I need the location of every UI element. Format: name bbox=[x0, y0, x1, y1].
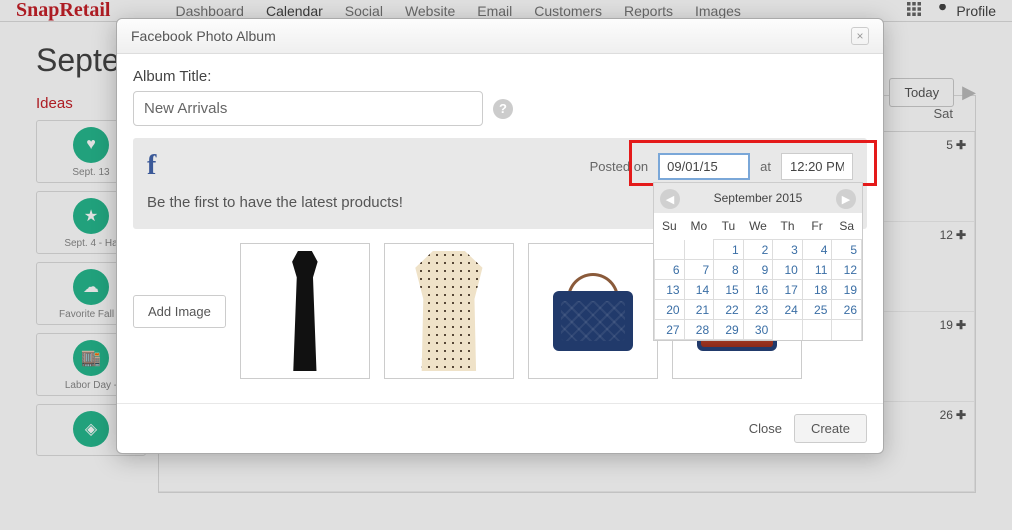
create-button[interactable]: Create bbox=[794, 414, 867, 443]
dp-day[interactable]: 6 bbox=[655, 260, 685, 280]
dp-day[interactable]: 29 bbox=[714, 320, 744, 340]
dp-day[interactable]: 23 bbox=[743, 300, 773, 320]
dp-dow: We bbox=[743, 213, 773, 240]
dp-dow: Sa bbox=[832, 213, 862, 240]
dp-dow: Mo bbox=[684, 213, 714, 240]
product-bag-quilted bbox=[543, 271, 643, 351]
dp-day[interactable]: 18 bbox=[802, 280, 832, 300]
dp-day[interactable]: 3 bbox=[773, 240, 803, 260]
album-thumb[interactable] bbox=[240, 243, 370, 379]
dp-day[interactable]: 8 bbox=[714, 260, 744, 280]
album-title-label: Album Title: bbox=[133, 68, 867, 85]
dp-day[interactable]: 28 bbox=[684, 320, 714, 340]
album-thumb[interactable] bbox=[384, 243, 514, 379]
dp-day[interactable]: 7 bbox=[684, 260, 714, 280]
dp-next-icon[interactable]: ▶ bbox=[836, 189, 856, 209]
dp-day[interactable]: 12 bbox=[832, 260, 862, 280]
post-block: f Posted on at Be the first to have the … bbox=[133, 138, 867, 229]
dp-day[interactable]: 4 bbox=[802, 240, 832, 260]
dp-dow: Fr bbox=[802, 213, 832, 240]
dp-day[interactable]: 21 bbox=[684, 300, 714, 320]
dp-day[interactable]: 9 bbox=[743, 260, 773, 280]
dp-dow: Th bbox=[773, 213, 803, 240]
post-date-input[interactable] bbox=[658, 153, 750, 180]
dp-day[interactable]: 11 bbox=[802, 260, 832, 280]
product-blouse bbox=[409, 251, 489, 371]
dp-month-label: September 2015 bbox=[714, 191, 803, 205]
album-title-input[interactable] bbox=[133, 91, 483, 126]
dp-day[interactable]: 15 bbox=[714, 280, 744, 300]
dp-day[interactable]: 25 bbox=[802, 300, 832, 320]
close-button[interactable]: Close bbox=[749, 414, 782, 443]
close-icon[interactable]: × bbox=[851, 27, 869, 45]
dp-day[interactable]: 20 bbox=[655, 300, 685, 320]
dp-day[interactable]: 24 bbox=[773, 300, 803, 320]
dp-day[interactable]: 16 bbox=[743, 280, 773, 300]
help-icon[interactable]: ? bbox=[493, 99, 513, 119]
date-picker: ◀ September 2015 ▶ SuMoTuWeThFrSa 123456… bbox=[653, 182, 863, 341]
dp-day[interactable]: 22 bbox=[714, 300, 744, 320]
product-black-dress bbox=[276, 251, 334, 371]
dp-dow: Tu bbox=[714, 213, 744, 240]
modal-title: Facebook Photo Album bbox=[131, 28, 276, 44]
add-image-button[interactable]: Add Image bbox=[133, 295, 226, 328]
dp-day[interactable]: 2 bbox=[743, 240, 773, 260]
dp-day[interactable]: 1 bbox=[714, 240, 744, 260]
dp-day[interactable]: 19 bbox=[832, 280, 862, 300]
dp-day[interactable]: 5 bbox=[832, 240, 862, 260]
post-time-input[interactable] bbox=[781, 153, 853, 180]
dp-grid: SuMoTuWeThFrSa 1234567891011121314151617… bbox=[654, 213, 862, 340]
dp-dow: Su bbox=[655, 213, 685, 240]
dp-day[interactable]: 26 bbox=[832, 300, 862, 320]
dp-day[interactable]: 30 bbox=[743, 320, 773, 340]
dp-day[interactable]: 27 bbox=[655, 320, 685, 340]
posted-on-label: Posted on bbox=[590, 159, 649, 174]
dp-day[interactable]: 10 bbox=[773, 260, 803, 280]
dp-day[interactable]: 14 bbox=[684, 280, 714, 300]
dp-prev-icon[interactable]: ◀ bbox=[660, 189, 680, 209]
facebook-icon: f bbox=[147, 150, 156, 182]
dp-day[interactable]: 17 bbox=[773, 280, 803, 300]
facebook-album-modal: Facebook Photo Album × Album Title: ? f … bbox=[116, 18, 884, 454]
dp-day[interactable]: 13 bbox=[655, 280, 685, 300]
at-label: at bbox=[760, 159, 771, 174]
album-thumb[interactable] bbox=[528, 243, 658, 379]
